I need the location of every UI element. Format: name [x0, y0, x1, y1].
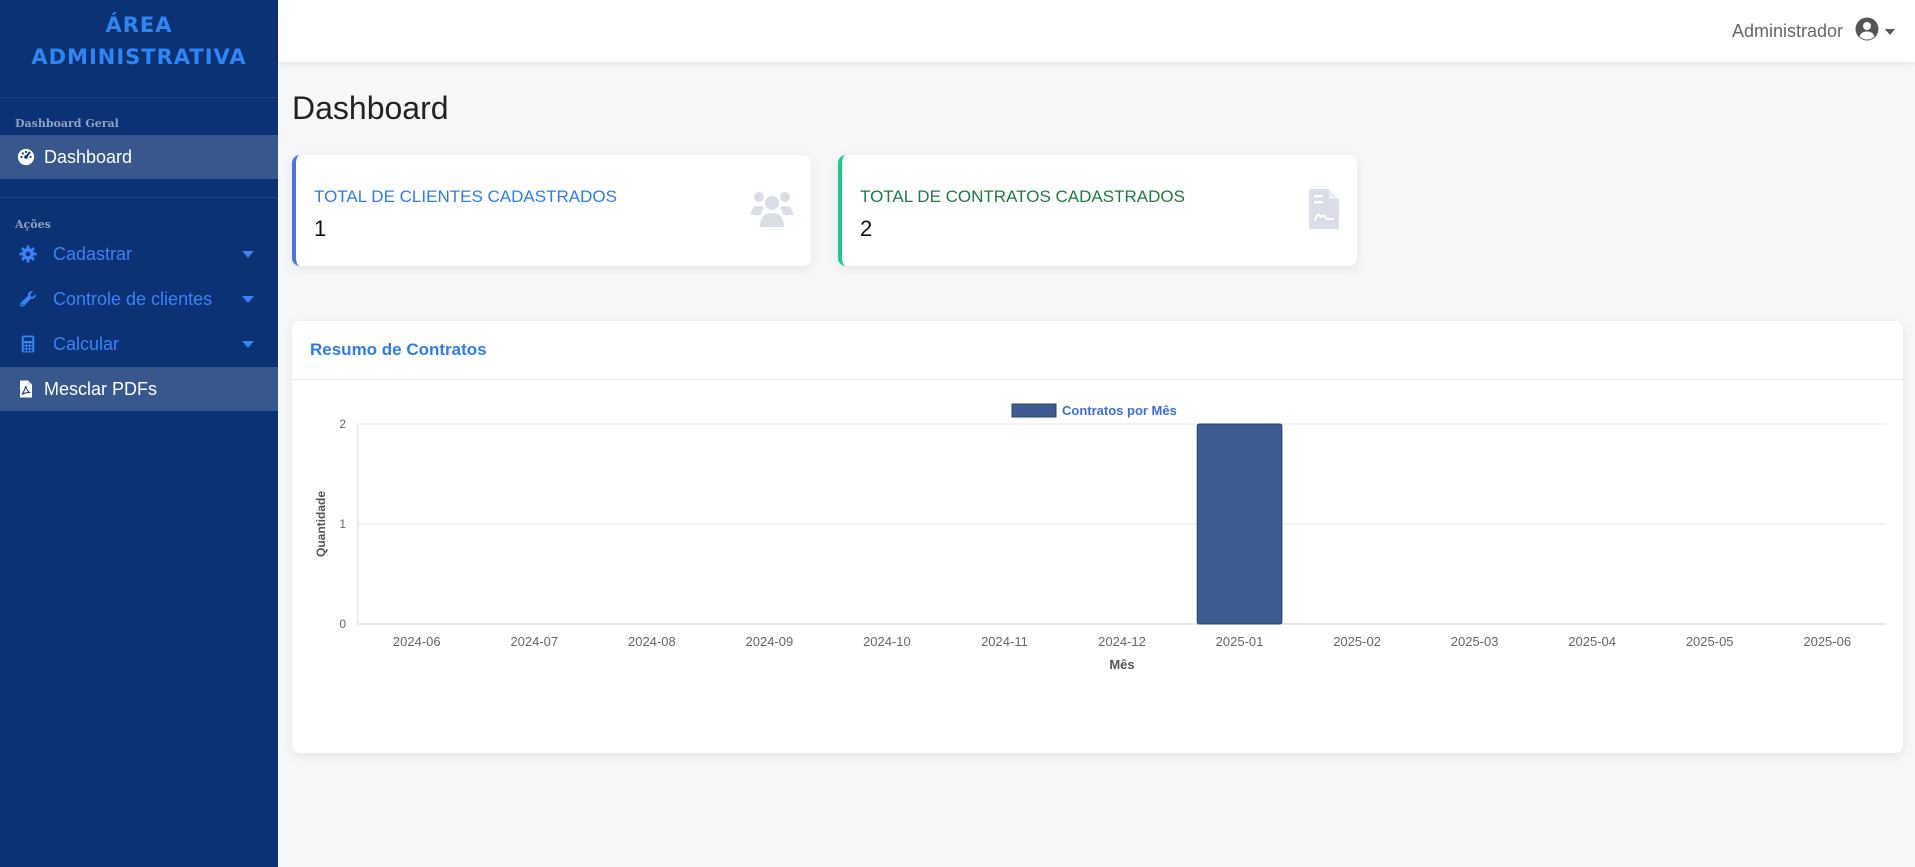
calculator-icon — [18, 334, 38, 354]
sidebar-item-mesclar-pdfs[interactable]: Mesclar PDFs — [0, 367, 278, 411]
x-tick-label: 2024-12 — [1098, 634, 1146, 649]
brand-line2: ADMINISTRATIVA — [31, 44, 247, 69]
panel-title: Resumo de Contratos — [310, 340, 487, 359]
x-tick-label: 2025-04 — [1568, 634, 1616, 649]
y-tick-label: 0 — [339, 617, 346, 631]
user-name: Administrador — [1731, 21, 1843, 41]
card-value: 2 — [860, 216, 873, 241]
x-tick-label: 2025-01 — [1216, 634, 1264, 649]
card-title: TOTAL DE CONTRATOS CADASTRADOS — [860, 187, 1185, 206]
gauge-icon — [16, 147, 36, 167]
y-tick-label: 1 — [339, 517, 346, 531]
user-avatar-icon — [1855, 17, 1879, 46]
sidebar-item-label: Calcular — [53, 333, 120, 354]
brand[interactable]: ÁREA ADMINISTRATIVA — [0, 0, 278, 98]
chevron-down-icon — [1885, 28, 1895, 35]
topbar: Administrador — [278, 0, 1915, 62]
contract-file-icon — [1309, 189, 1341, 234]
brand-line1: ÁREA — [105, 12, 173, 37]
chevron-down-icon — [242, 341, 254, 348]
y-tick-label: 2 — [339, 417, 346, 431]
sidebar: ÁREA ADMINISTRATIVA Dashboard Geral Dash… — [0, 0, 278, 867]
x-tick-label: 2024-07 — [510, 634, 558, 649]
x-tick-label: 2024-09 — [746, 634, 794, 649]
chevron-down-icon — [242, 251, 254, 258]
y-axis-label: Quantidade — [314, 491, 328, 557]
sidebar-item-label: Cadastrar — [53, 243, 133, 264]
sidebar-item-cadastrar[interactable]: Cadastrar — [0, 232, 278, 276]
panel-header: Resumo de Contratos — [292, 321, 1903, 380]
x-tick-label: 2025-03 — [1451, 634, 1499, 649]
contracts-total-card: TOTAL DE CONTRATOS CADASTRADOS 2 — [838, 155, 1357, 266]
contracts-summary-panel: Resumo de Contratos 0 1 2 2024-06 2024-07 202… — [292, 321, 1903, 753]
sidebar-item-label: Controle de clientes — [53, 288, 213, 309]
sidebar-item-calcular[interactable]: Calcular — [0, 322, 278, 366]
chevron-down-icon — [242, 296, 254, 303]
sidebar-item-dashboard[interactable]: Dashboard — [0, 135, 278, 179]
x-tick-label: 2025-05 — [1686, 634, 1734, 649]
sidebar-item-label: Dashboard — [44, 146, 133, 167]
page-title: Dashboard — [292, 90, 449, 126]
sidebar-item-label: Mesclar PDFs — [44, 378, 158, 399]
x-tick-label: 2024-11 — [981, 634, 1028, 649]
wrench-icon — [18, 289, 38, 309]
x-axis-label: Mês — [1109, 657, 1134, 672]
pdf-file-icon — [16, 379, 36, 399]
x-tick-label: 2024-10 — [863, 634, 911, 649]
gear-icon — [18, 244, 38, 264]
sidebar-heading-dashboard: Dashboard Geral — [15, 117, 119, 130]
user-menu[interactable]: Administrador — [1732, 17, 1895, 46]
sidebar-divider — [0, 197, 278, 198]
legend-swatch — [1011, 403, 1057, 418]
card-value: 1 — [314, 216, 327, 241]
bar — [1196, 423, 1283, 625]
sidebar-heading-actions: Ações — [15, 218, 51, 231]
legend-label: Contratos por Mês — [1062, 403, 1177, 418]
users-icon — [749, 189, 795, 234]
x-tick-label: 2025-06 — [1803, 634, 1851, 649]
x-tick-label: 2025-02 — [1333, 634, 1381, 649]
contracts-bar-chart: 0 1 2 2024-06 2024-07 2024-08 2024-09 2024-10 20… — [314, 403, 1886, 672]
x-tick-label: 2024-08 — [628, 634, 676, 649]
sidebar-item-controle-de-clientes[interactable]: Controle de clientes — [0, 277, 278, 321]
x-tick-label: 2024-06 — [393, 634, 441, 649]
clients-total-card: TOTAL DE CLIENTES CADASTRADOS 1 — [292, 155, 811, 266]
card-title: TOTAL DE CLIENTES CADASTRADOS — [314, 187, 617, 206]
